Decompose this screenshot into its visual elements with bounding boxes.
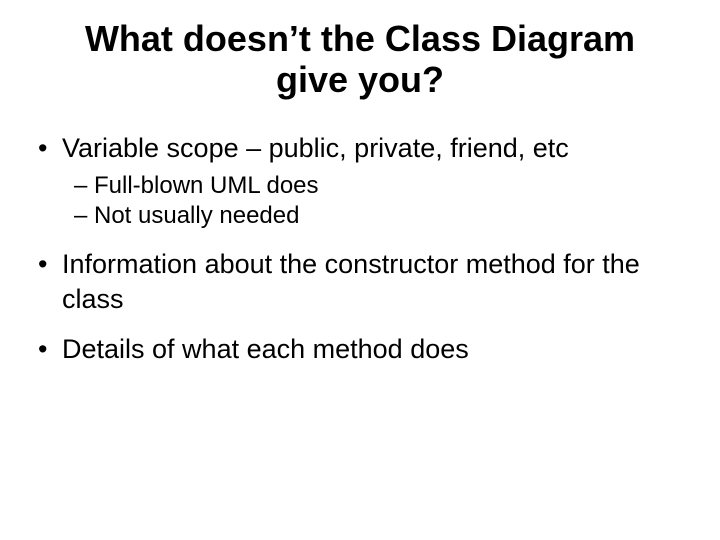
list-item: Details of what each method does — [34, 332, 686, 367]
bullet-text: Information about the constructor method… — [62, 249, 640, 314]
bullet-list: Variable scope – public, private, friend… — [34, 131, 686, 367]
bullet-text: Details of what each method does — [62, 334, 469, 364]
bullet-text: Not usually needed — [94, 202, 299, 229]
sub-list: Full-blown UML does Not usually needed — [62, 171, 686, 231]
slide-title: What doesn’t the Class Diagram give you? — [34, 18, 686, 101]
list-item: Variable scope – public, private, friend… — [34, 131, 686, 232]
list-item: Full-blown UML does — [74, 171, 686, 201]
bullet-text: Full-blown UML does — [94, 172, 319, 199]
list-item: Information about the constructor method… — [34, 247, 686, 316]
list-item: Not usually needed — [74, 201, 686, 231]
bullet-text: Variable scope – public, private, friend… — [62, 133, 569, 163]
